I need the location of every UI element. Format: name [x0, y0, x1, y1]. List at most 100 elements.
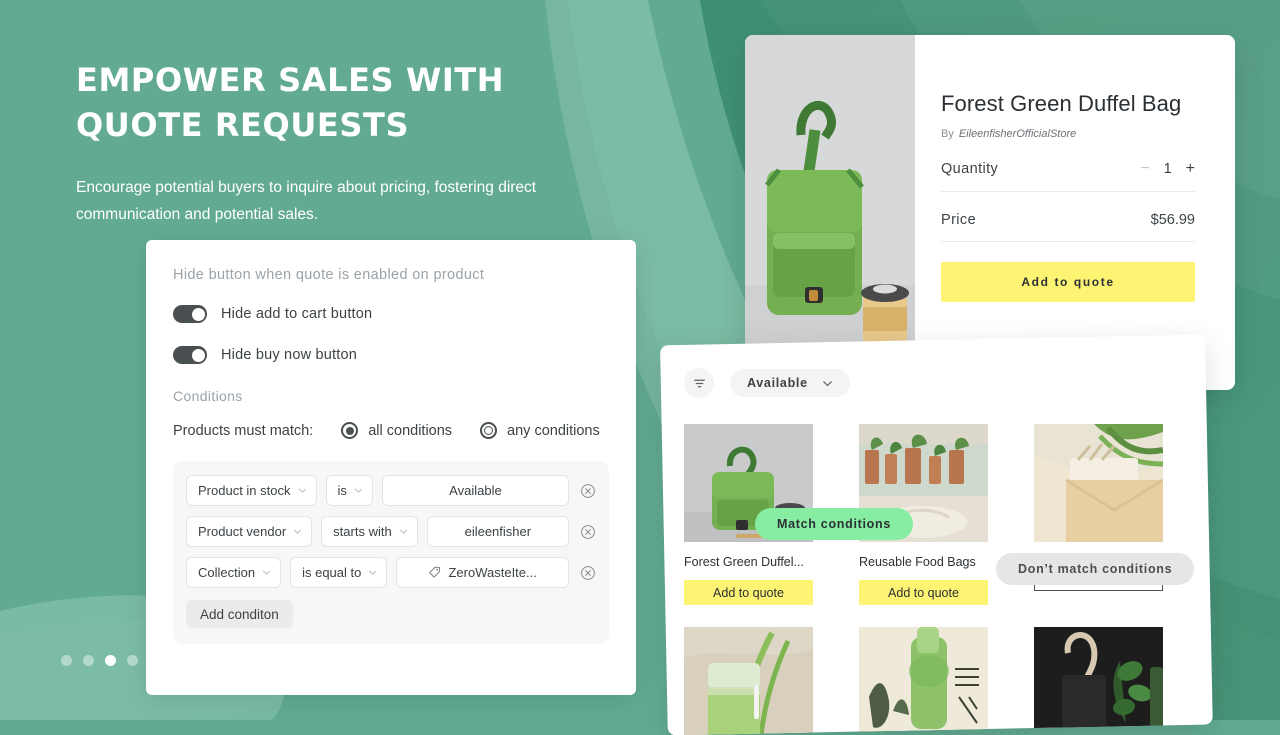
product-detail-image [745, 35, 915, 390]
settings-section-title: Hide button when quote is enabled on pro… [173, 267, 485, 283]
carousel-dot-active[interactable] [105, 655, 116, 666]
condition-operator-select[interactable]: starts with [321, 516, 418, 547]
condition-value-text: ZeroWasteIte... [448, 565, 537, 580]
hide-add-to-cart-label: Hide add to cart button [221, 306, 373, 322]
availability-filter-dropdown[interactable]: Available [730, 369, 850, 397]
vendor-name: EileenfisherOfficialStore [958, 128, 1077, 140]
products-must-match-label: Products must match: [173, 422, 314, 439]
tooltip-dont-match-conditions: Don’t match conditions [996, 553, 1195, 585]
toggle-row-hide-buy-now[interactable]: Hide buy now button [173, 346, 609, 364]
by-label: By [941, 128, 954, 140]
settings-card: Hide button when quote is enabled on pro… [146, 240, 636, 695]
remove-condition-icon[interactable] [580, 565, 596, 581]
price-value: $56.99 [1150, 212, 1195, 228]
duffel-bag-photo [745, 35, 915, 390]
tote-bag-thumb [1034, 424, 1163, 542]
condition-operator-select[interactable]: is equal to [290, 557, 388, 588]
conditions-heading: Conditions [173, 388, 243, 404]
chevron-down-icon [354, 488, 362, 493]
product-cell [1034, 627, 1163, 735]
radio-all-conditions-label: all conditions [368, 422, 453, 439]
chevron-down-icon [263, 570, 271, 575]
remove-condition-icon[interactable] [580, 524, 596, 540]
quantity-label: Quantity [941, 161, 999, 177]
carousel-dot[interactable] [193, 655, 204, 666]
chevron-down-icon [294, 529, 302, 534]
page-title: Empower sales with quote requests [76, 61, 505, 145]
product-title: Forest Green Duffel Bag [941, 91, 1182, 116]
radio-any-conditions-label: any conditions [507, 422, 600, 439]
filter-icon [693, 379, 705, 387]
product-thumbnail[interactable] [1034, 627, 1163, 735]
dark-tote-thumb [1034, 627, 1163, 735]
radio-all-conditions[interactable] [341, 422, 359, 439]
add-condition-button[interactable]: Add conditon [186, 600, 293, 628]
condition-row: Product vendor starts with eileenfisher [186, 516, 596, 547]
add-to-quote-button[interactable]: Add to quote [941, 262, 1195, 302]
product-vendor-line: By EileenfisherOfficialStore [941, 128, 1195, 140]
hide-buy-now-label: Hide buy now button [221, 347, 357, 363]
tooltip-match-conditions: Match conditions [755, 508, 913, 540]
condition-operator-value: is equal to [302, 565, 362, 580]
remove-condition-icon[interactable] [580, 483, 596, 499]
product-thumbnail[interactable] [1034, 424, 1163, 542]
tag-icon [429, 566, 441, 578]
products-must-match-row: Products must match: all conditions any … [173, 422, 609, 439]
product-thumbnail[interactable] [684, 627, 813, 735]
product-cell [684, 627, 813, 735]
conditions-builder: Product in stock is Available Product ve… [173, 461, 609, 644]
product-list-inner: Available Forest Green Duffel... Add to … [660, 340, 1205, 735]
price-label: Price [941, 212, 977, 228]
smoothie-cup-thumb [684, 627, 813, 735]
carousel-dot[interactable] [149, 655, 160, 666]
product-grid-row [684, 627, 1179, 735]
chevron-down-icon [822, 380, 832, 386]
product-list-toolbar: Available [684, 368, 1179, 398]
product-title: Reusable Food Bags [859, 555, 976, 569]
carousel-dot[interactable] [171, 655, 182, 666]
page-subtitle: Encourage potential buyers to inquire ab… [76, 178, 537, 223]
condition-field-value: Product in stock [198, 483, 291, 498]
hide-add-to-cart-toggle[interactable] [173, 305, 207, 323]
product-title: Forest Green Duffel... [684, 555, 804, 569]
carousel-dot[interactable] [61, 655, 72, 666]
condition-field-value: Collection [198, 565, 256, 580]
hide-buy-now-toggle[interactable] [173, 346, 207, 364]
product-cell [859, 627, 988, 735]
condition-row: Collection is equal to ZeroWasteIte... [186, 557, 596, 588]
condition-operator-value: starts with [333, 524, 392, 539]
chevron-down-icon [399, 529, 407, 534]
chevron-down-icon [298, 488, 306, 493]
quantity-row: Quantity − 1 + [941, 140, 1195, 191]
price-row: Price $56.99 [941, 192, 1195, 241]
carousel-dots [61, 655, 204, 666]
quantity-increment-button[interactable]: + [1186, 160, 1195, 178]
quantity-decrement-button[interactable]: − [1140, 160, 1149, 178]
glass-bottle-thumb [859, 627, 988, 735]
filter-button[interactable] [684, 368, 714, 398]
condition-value-input[interactable]: eileenfisher [426, 516, 569, 547]
carousel-dot[interactable] [83, 655, 94, 666]
condition-field-select[interactable]: Collection [186, 557, 282, 588]
condition-value-input[interactable]: Available [381, 475, 569, 506]
carousel-dot[interactable] [127, 655, 138, 666]
product-list-card: Available Forest Green Duffel... Add to … [660, 334, 1213, 735]
condition-value-text: Available [449, 483, 502, 498]
condition-field-select[interactable]: Product in stock [186, 475, 317, 506]
condition-row: Product in stock is Available [186, 475, 596, 506]
product-thumbnail[interactable] [859, 627, 988, 735]
condition-value-input[interactable]: ZeroWasteIte... [396, 557, 569, 588]
divider [941, 241, 1195, 242]
hero-section: Empower sales with quote requests Encour… [76, 58, 636, 229]
condition-operator-select[interactable]: is [325, 475, 373, 506]
quantity-value: 1 [1163, 161, 1172, 177]
add-to-quote-button[interactable]: Add to quote [684, 580, 813, 605]
condition-field-value: Product vendor [198, 524, 287, 539]
toggle-row-hide-add-to-cart[interactable]: Hide add to cart button [173, 305, 609, 323]
condition-field-select[interactable]: Product vendor [186, 516, 313, 547]
radio-any-conditions[interactable] [480, 422, 498, 439]
condition-operator-value: is [337, 483, 347, 498]
add-to-quote-button[interactable]: Add to quote [859, 580, 988, 605]
quantity-stepper[interactable]: − 1 + [1140, 160, 1195, 178]
chevron-down-icon [369, 570, 377, 575]
